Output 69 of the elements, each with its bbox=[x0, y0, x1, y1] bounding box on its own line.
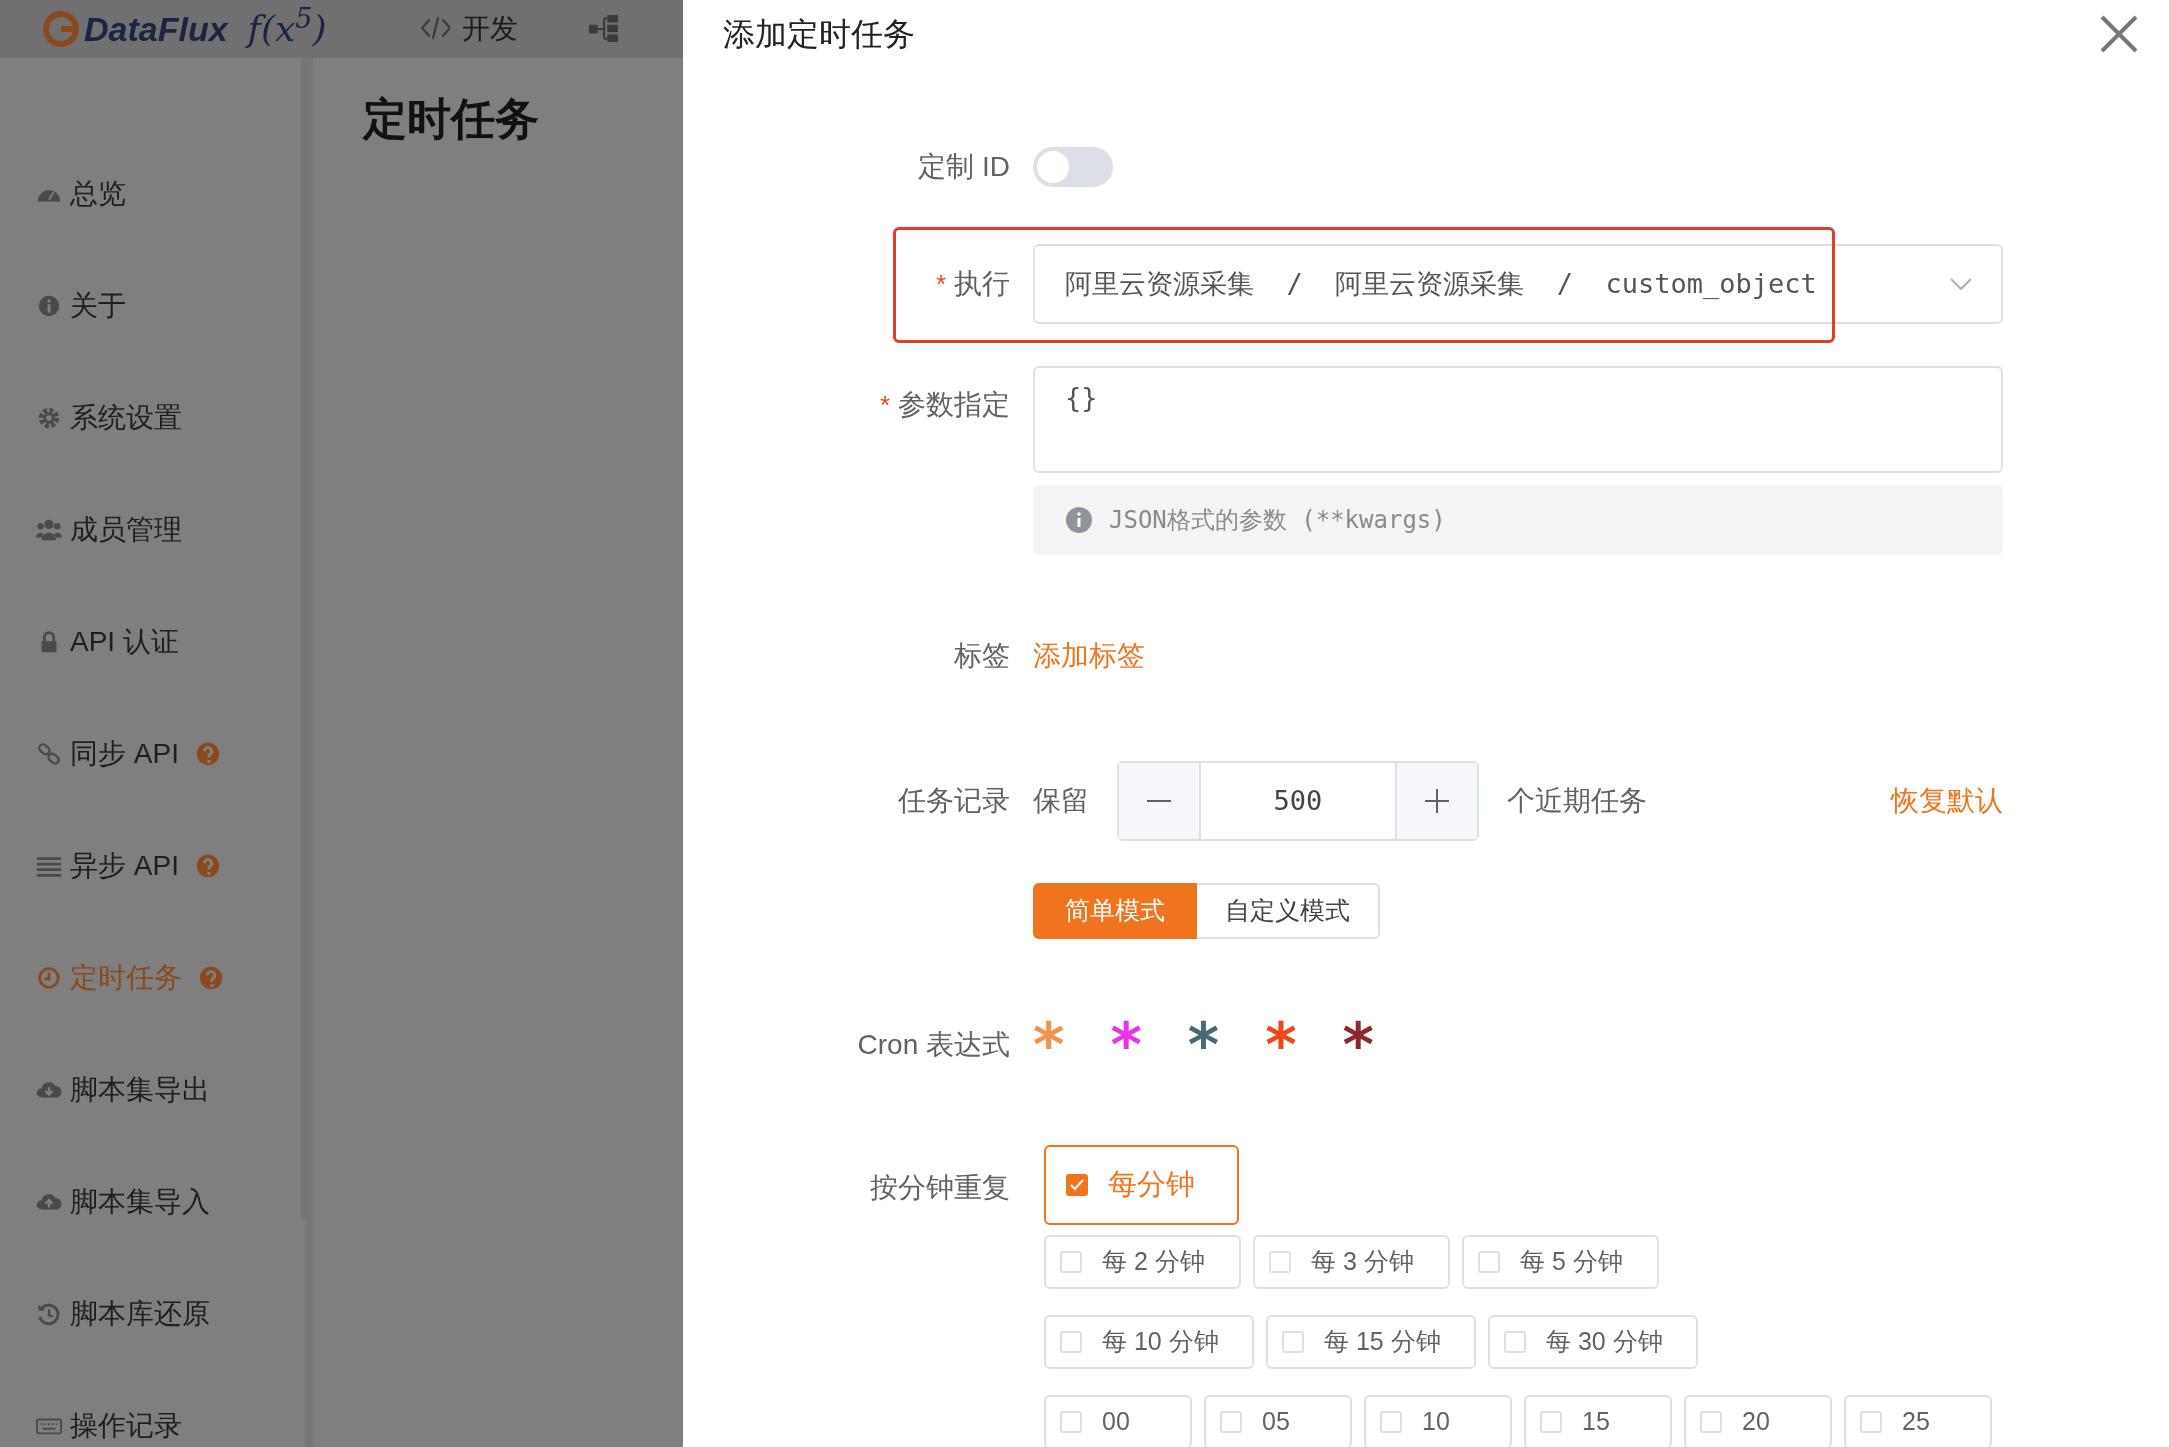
minute-option[interactable]: 25 bbox=[1844, 1395, 1992, 1447]
sidebar-item[interactable]: API 认证 bbox=[36, 626, 305, 658]
nav-tab[interactable]: 开发 bbox=[420, 8, 518, 50]
link-icon bbox=[36, 741, 62, 767]
chevron-down-icon bbox=[1949, 277, 1973, 291]
help-icon[interactable] bbox=[194, 741, 221, 767]
check-icon bbox=[1070, 1179, 1084, 1191]
sidebar-item[interactable]: 总览 bbox=[36, 178, 305, 210]
field-label: Cron 表达式 bbox=[857, 1028, 1010, 1062]
sidebar-item[interactable]: 成员管理 bbox=[36, 514, 305, 546]
required-asterisk: * bbox=[935, 267, 946, 301]
mode-tab[interactable]: 简单模式 bbox=[1033, 883, 1197, 939]
sidebar-item[interactable]: 异步 API bbox=[36, 850, 305, 882]
minute-option[interactable]: 05 bbox=[1204, 1395, 1352, 1447]
cron-field: * bbox=[1033, 1015, 1065, 1075]
info-icon bbox=[36, 293, 62, 319]
cron-field: * bbox=[1187, 1015, 1220, 1075]
cron-field: * bbox=[1342, 1015, 1374, 1075]
mode-tab[interactable]: 自定义模式 bbox=[1197, 883, 1380, 939]
sidebar-item[interactable]: 脚本集导入 bbox=[36, 1186, 305, 1218]
minute-option[interactable]: 每 15 分钟 bbox=[1266, 1315, 1476, 1369]
tree-icon bbox=[588, 14, 618, 44]
minute-option[interactable]: 00 bbox=[1044, 1395, 1192, 1447]
required-asterisk: * bbox=[879, 388, 890, 422]
logo-text: DataFlux bbox=[84, 8, 228, 50]
minute-option[interactable]: 每 10 分钟 bbox=[1044, 1315, 1254, 1369]
field-label: 标签 bbox=[954, 639, 1010, 673]
minute-option[interactable]: 每 5 分钟 bbox=[1462, 1235, 1659, 1289]
reset-link[interactable]: 恢复默认 bbox=[1891, 780, 2003, 822]
sidebar-item[interactable]: 关于 bbox=[36, 290, 305, 322]
cron-field: * bbox=[1110, 1015, 1142, 1075]
cron-field: * bbox=[1265, 1015, 1297, 1075]
history-icon bbox=[36, 1301, 62, 1327]
minute-option[interactable]: 每 2 分钟 bbox=[1044, 1235, 1241, 1289]
minute-option[interactable]: 每 3 分钟 bbox=[1253, 1235, 1450, 1289]
params-textarea[interactable]: {} bbox=[1033, 366, 2003, 473]
field-label: 执行 bbox=[954, 267, 1010, 301]
users-icon bbox=[36, 517, 62, 543]
hint-text: JSON格式的参数 (**kwargs) bbox=[1109, 505, 1446, 536]
sidebar-item[interactable]: 脚本集导出 bbox=[36, 1074, 305, 1106]
select-field[interactable]: 阿里云资源采集 / 阿里云资源采集 / custom_object bbox=[1033, 244, 2003, 324]
sidebar-item[interactable]: 同步 API bbox=[36, 738, 305, 770]
suffix-text: 个近期任务 bbox=[1507, 784, 1647, 818]
field-label: 定制 ID bbox=[918, 150, 1010, 184]
sidebar-item[interactable]: 操作记录 bbox=[36, 1410, 305, 1442]
nav-icon-tab[interactable] bbox=[588, 14, 618, 44]
logo-formula: f(x$^{5}$) bbox=[247, 2, 327, 51]
drawer-title: 添加定时任务 bbox=[723, 15, 915, 54]
minute-option[interactable]: 20 bbox=[1684, 1395, 1832, 1447]
info-icon bbox=[1065, 506, 1093, 534]
page-title: 定时任务 bbox=[363, 93, 540, 145]
clock-icon bbox=[36, 965, 62, 991]
close-icon[interactable] bbox=[2099, 14, 2139, 54]
field-label: 按分钟重复 bbox=[870, 1171, 1010, 1205]
help-icon[interactable] bbox=[198, 965, 224, 991]
help-icon[interactable] bbox=[194, 853, 221, 879]
gear-icon bbox=[36, 405, 62, 431]
toggle-switch[interactable] bbox=[1033, 147, 1113, 187]
minute-option[interactable]: 10 bbox=[1364, 1395, 1512, 1447]
add-tag-link[interactable]: 添加标签 bbox=[1033, 635, 1145, 677]
sidebar-item[interactable]: 系统设置 bbox=[36, 402, 305, 434]
minute-option[interactable]: 每 30 分钟 bbox=[1488, 1315, 1698, 1369]
prefix-text: 保留 bbox=[1033, 784, 1089, 818]
field-label: 任务记录 bbox=[898, 784, 1010, 818]
sidebar-item[interactable]: 脚本库还原 bbox=[36, 1298, 305, 1330]
field-label: 参数指定 bbox=[898, 388, 1010, 422]
logo-icon bbox=[42, 10, 80, 48]
minute-option[interactable]: 15 bbox=[1524, 1395, 1672, 1447]
checkbox[interactable] bbox=[1066, 1174, 1088, 1196]
